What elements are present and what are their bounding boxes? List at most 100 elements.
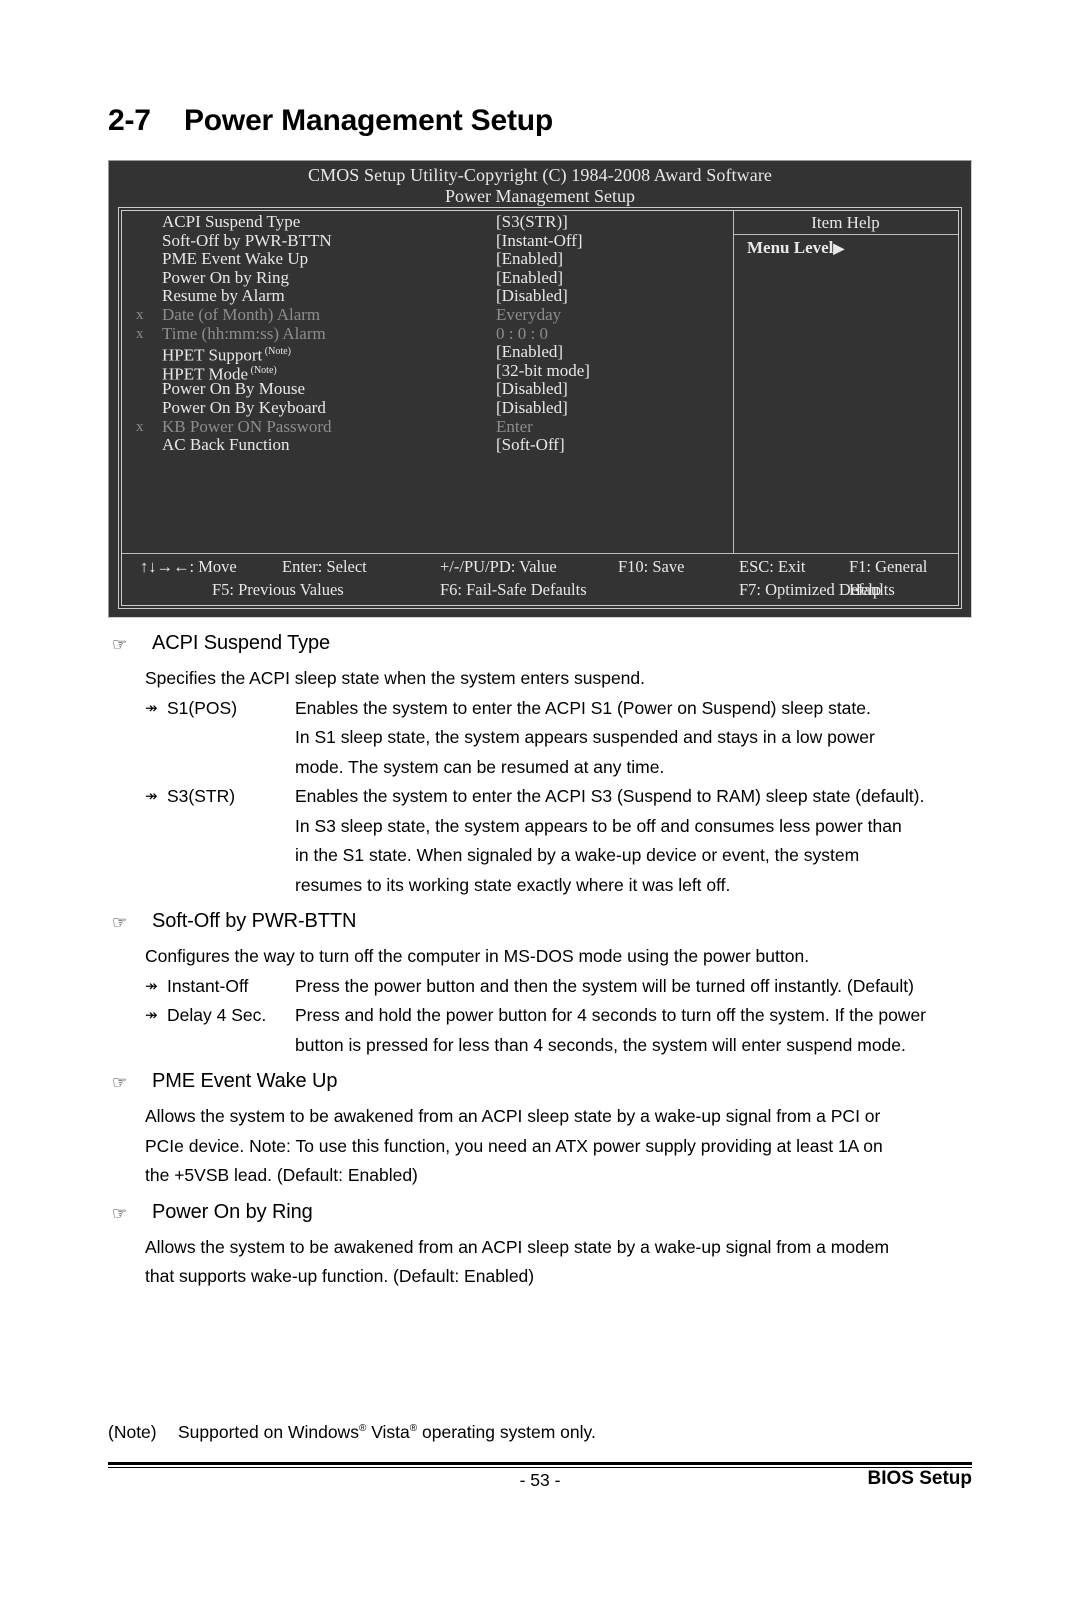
bios-item-row[interactable]: Soft-Off by PWR-BTTN [Instant-Off] — [122, 231, 733, 251]
bios-key-hint: F6: Fail-Safe Defaults — [440, 580, 587, 599]
bios-key-legend: ↑↓→←: Move Enter: Select +/-/PU/PD: Value F… — [122, 555, 958, 601]
bios-item-value[interactable]: [Disabled] — [496, 287, 568, 306]
bios-item-row[interactable]: x KB Power ON Password Enter — [122, 416, 733, 437]
bios-item-disabled-marker: x — [136, 306, 144, 323]
body-paragraph-line: Allows the system to be awakened from an… — [145, 1236, 890, 1257]
double-arrow-bullet-icon: ↠ — [145, 977, 158, 995]
footnote-fragment: Supported on Windows — [178, 1422, 359, 1442]
bios-item-value[interactable]: 0 : 0 : 0 — [496, 324, 548, 344]
item-help-menu-level-label: Menu Level — [747, 238, 834, 257]
bios-item-value[interactable]: [32-bit mode] — [496, 361, 590, 381]
bios-item-label: Power On By Mouse — [162, 379, 306, 399]
item-help-menu-level: Menu Level▶ — [747, 237, 844, 260]
bios-utility-title: CMOS Setup Utility-Copyright (C) 1984-20… — [307, 165, 773, 185]
section-heading-text: Soft-Off by PWR-BTTN — [152, 910, 357, 932]
pointing-hand-icon: ☞ — [112, 1203, 128, 1223]
bios-item-value[interactable]: Everyday — [496, 305, 561, 325]
body-paragraph-line: Allows the system to be awakened from an… — [145, 1106, 881, 1126]
body-paragraph-line: Configures the way to turn off the compu… — [145, 946, 810, 966]
bios-item-row[interactable]: Power On By Keyboard [Disabled] — [122, 397, 733, 418]
item-help-underline — [733, 234, 958, 235]
bios-key-hint: ESC: Exit — [739, 557, 806, 576]
bios-item-value[interactable]: [Disabled] — [496, 380, 568, 399]
bios-item-note-marker: (Note) — [248, 364, 277, 376]
section-title: Power Management Setup — [184, 104, 554, 137]
option-name: S1(POS) — [167, 697, 238, 718]
option-description-line: In S1 sleep state, the system appears su… — [295, 727, 875, 747]
bios-item-row[interactable]: Resume by Alarm [Disabled] — [122, 287, 733, 306]
footnote: (Note) Supported on Windows® Vista® opera… — [108, 1422, 596, 1443]
bios-item-note-marker: (Note) — [262, 346, 291, 358]
option-description-line: Press the power button and then the syst… — [295, 975, 914, 996]
bios-key-hint: F5: Previous Values — [212, 580, 344, 599]
bios-panel-frame-inner: Item Help Menu Level▶ ACPI Suspend Type [… — [121, 210, 959, 606]
bios-panel-frame: Item Help Menu Level▶ ACPI Suspend Type [… — [118, 207, 962, 609]
pointing-hand-icon: ☞ — [112, 1073, 128, 1092]
section-heading-text: PME Event Wake Up — [152, 1070, 338, 1092]
body-paragraph-line: that supports wake-up function. (Default… — [145, 1266, 535, 1286]
section-number: 2-7 — [108, 104, 151, 137]
body-paragraph-line: PCIe device. Note: To use this function,… — [145, 1135, 883, 1156]
footer-rule-thin — [108, 1467, 972, 1468]
option-description-line: Enables the system to enter the ACPI S1 … — [295, 697, 871, 718]
bios-key-hint: F7: Optimized Defaults — [739, 580, 895, 599]
bios-item-disabled-marker: x — [136, 418, 144, 435]
bios-item-label: Power On By Keyboard — [162, 397, 326, 417]
bios-item-row[interactable]: HPET Support (Note) [Enabled] — [122, 343, 733, 365]
option-description-line: Press and hold the power button for 4 se… — [295, 1005, 927, 1025]
option-description-line: In S3 sleep state, the system appears to… — [295, 815, 902, 836]
bios-item-row[interactable]: ACPI Suspend Type [S3(STR)] — [122, 212, 733, 232]
bios-key-hint: Enter: Select — [282, 557, 367, 576]
option-description-line: button is pressed for less than 4 second… — [295, 1034, 906, 1055]
bios-key-legend-row-1: ↑↓→←: Move Enter: Select +/-/PU/PD: Value F… — [122, 555, 958, 599]
option-name: Instant-Off — [167, 975, 249, 996]
section-heading-text: ACPI Suspend Type — [152, 632, 331, 654]
body-paragraph-line: the +5VSB lead. (Default: Enabled) — [145, 1165, 418, 1185]
footnote-text: Supported on Windows® Vista® operating s… — [178, 1422, 596, 1442]
bios-item-value[interactable]: [Disabled] — [496, 398, 568, 418]
bios-key-legend-row-2: F5: Previous Values F6: Fail-Safe Default… — [122, 578, 958, 601]
option-name: S3(STR) — [167, 786, 236, 806]
manual-page: 2-7 Power Management Setup CMOS Setup Ut… — [0, 0, 1080, 1604]
bios-page-title: Power Management Setup — [445, 186, 635, 206]
bios-item-row[interactable]: x Date (of Month) Alarm Everyday — [122, 304, 733, 325]
bios-item-list: ACPI Suspend Type [S3(STR)] Soft-Off by PW… — [122, 212, 733, 455]
bios-item-row[interactable]: Power On By Mouse [Disabled] — [122, 380, 733, 399]
option-description-line: in the S1 state. When signaled by a wake… — [295, 845, 860, 865]
bios-item-value[interactable]: [Enabled] — [496, 343, 563, 362]
double-arrow-bullet-icon: ↠ — [145, 1007, 158, 1024]
item-help-header: Item Help — [811, 213, 880, 232]
bios-item-label: ACPI Suspend Type — [162, 212, 301, 231]
bios-item-row[interactable]: PME Event Wake Up [Enabled] — [122, 250, 733, 269]
section-heading-text: Power On by Ring — [152, 1200, 313, 1223]
footnote-fragment: Vista — [366, 1422, 410, 1442]
footnote-label: (Note) — [108, 1422, 157, 1442]
page-title: 2-7 Power Management Setup — [108, 104, 978, 138]
option-description-line: mode. The system can be resumed at any t… — [295, 756, 665, 777]
bios-item-row[interactable]: AC Back Function [Soft-Off] — [122, 436, 733, 455]
bios-key-hint: +/-/PU/PD: Value — [440, 557, 557, 576]
bios-item-value[interactable]: Enter — [496, 417, 533, 437]
bios-item-value[interactable]: [Soft-Off] — [496, 436, 565, 455]
bios-item-label: Time (hh:mm:ss) Alarm — [162, 323, 326, 343]
bios-setup-screen: CMOS Setup Utility-Copyright (C) 1984-20… — [108, 160, 972, 618]
bios-horizontal-divider — [122, 553, 958, 554]
bios-item-label: Date (of Month) Alarm — [162, 304, 321, 324]
option-description-line: Enables the system to enter the ACPI S3 … — [295, 786, 925, 806]
bios-item-value[interactable]: [Enabled] — [496, 268, 563, 288]
bios-item-label: Power On by Ring — [162, 267, 290, 287]
bios-item-label: AC Back Function — [162, 435, 290, 455]
bios-item-label: Resume by Alarm — [162, 286, 285, 306]
option-name: Delay 4 Sec. — [167, 1005, 267, 1025]
bios-item-label: KB Power ON Password — [162, 416, 332, 436]
body-paragraph-line: Specifies the ACPI sleep state when the … — [145, 668, 645, 688]
double-arrow-bullet-icon: ↠ — [145, 788, 158, 805]
bios-item-row[interactable]: Power On by Ring [Enabled] — [122, 267, 733, 288]
bios-item-value[interactable]: [Instant-Off] — [496, 231, 583, 251]
bios-item-value[interactable]: [Enabled] — [496, 250, 563, 269]
bios-item-disabled-marker: x — [136, 325, 144, 342]
bios-item-value[interactable]: [S3(STR)] — [496, 212, 568, 232]
bios-item-row[interactable]: x Time (hh:mm:ss) Alarm 0 : 0 : 0 — [122, 323, 733, 344]
bios-key-hint: ↑↓→←: Move — [140, 557, 237, 576]
bios-item-row[interactable]: HPET Mode (Note) [32-bit mode] — [122, 361, 733, 383]
